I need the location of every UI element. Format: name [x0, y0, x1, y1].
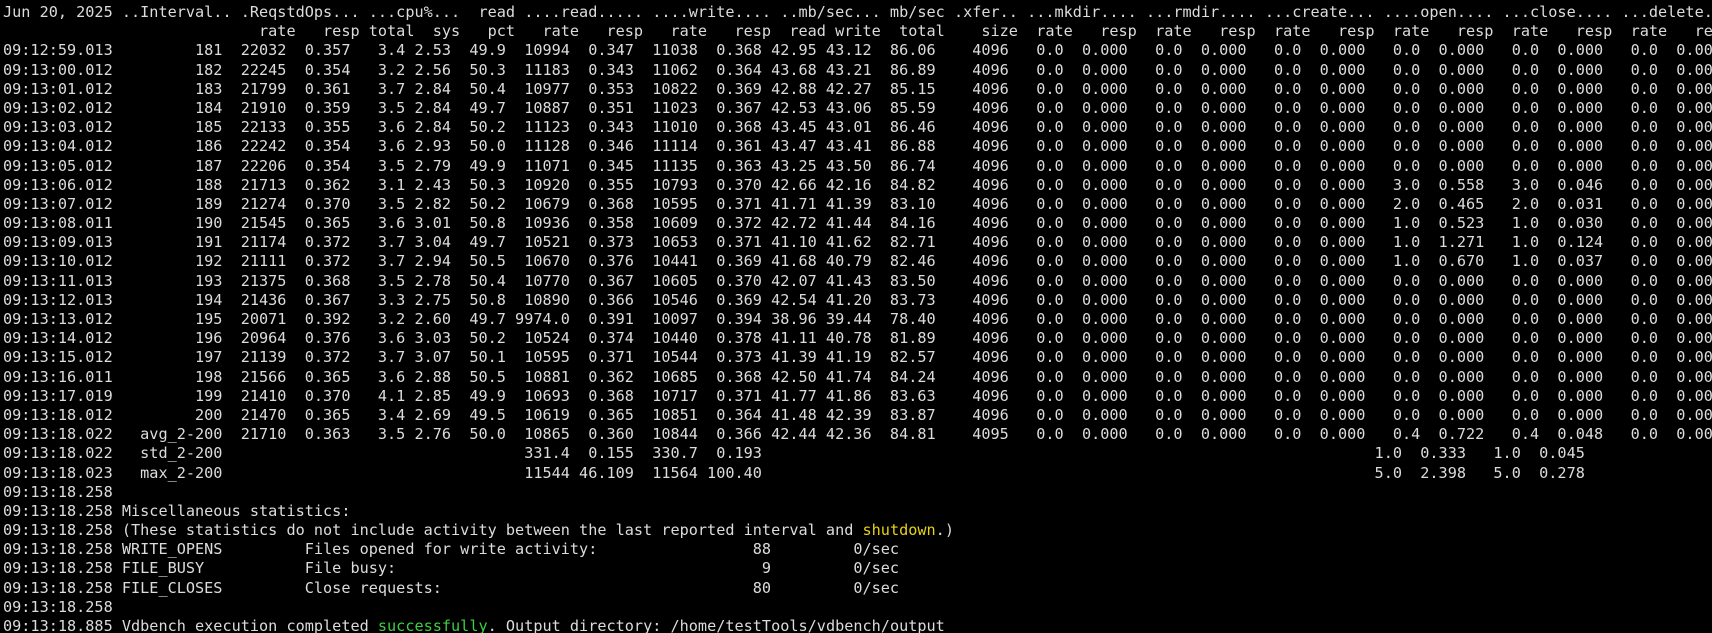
- misc-statistics-title: 09:13:18.258 Miscellaneous statistics:: [3, 501, 351, 520]
- table-row: 09:13:06.012 188 21713 0.362 3.1 2.43 50…: [3, 175, 1712, 194]
- timestamp-line: 09:13:18.258: [3, 597, 113, 616]
- header-row-1: Jun 20, 2025 ..Interval.. .ReqstdOps... …: [3, 3, 1712, 21]
- table-row: 09:13:01.012 183 21799 0.361 3.7 2.84 50…: [3, 79, 1712, 98]
- table-row: 09:13:18.012 200 21470 0.365 3.4 2.69 49…: [3, 405, 1712, 424]
- timestamp-line: 09:13:18.258: [3, 482, 113, 501]
- table-row: 09:13:10.012 192 21111 0.372 3.7 2.94 50…: [3, 252, 1712, 271]
- max-row: 09:13:18.023 max_2-200 11544 46.109 1156…: [3, 463, 1585, 482]
- table-row: 09:13:15.012 197 21139 0.372 3.7 3.07 50…: [3, 348, 1712, 367]
- table-row: 09:13:00.012 182 22245 0.354 3.2 2.56 50…: [3, 60, 1712, 79]
- completion-prefix: 09:13:18.885 Vdbench execution completed: [3, 617, 378, 633]
- header-row-2: rate resp total sys pct rate resp rate r…: [3, 22, 1712, 41]
- terminal-window[interactable]: Jun 20, 2025 ..Interval.. .ReqstdOps... …: [0, 0, 1712, 633]
- misc-row-file-closes: 09:13:18.258 FILE_CLOSES Close requests:…: [3, 578, 900, 597]
- table-row: 09:12:59.013 181 22032 0.357 3.4 2.53 49…: [3, 41, 1712, 60]
- table-row: 09:13:03.012 185 22133 0.355 3.6 2.84 50…: [3, 118, 1712, 137]
- misc-note-prefix: 09:13:18.258 (These statistics do not in…: [3, 521, 863, 540]
- table-row: 09:13:08.011 190 21545 0.365 3.6 3.01 50…: [3, 214, 1712, 233]
- table-row: 09:13:13.012 195 20071 0.392 3.2 2.60 49…: [3, 310, 1712, 328]
- table-row: 09:13:07.012 189 21274 0.370 3.5 2.82 50…: [3, 194, 1712, 213]
- table-row: 09:13:05.012 187 22206 0.354 3.5 2.79 49…: [3, 156, 1712, 175]
- std-row: 09:13:18.022 std_2-200 331.4 0.155 330.7…: [3, 444, 1585, 463]
- table-row: 09:13:02.012 184 21910 0.359 3.5 2.84 49…: [3, 98, 1712, 117]
- avg-row: 09:13:18.022 avg_2-200 21710 0.363 3.5 2…: [3, 425, 1712, 444]
- table-row: 09:13:14.012 196 20964 0.376 3.6 3.03 50…: [3, 329, 1712, 348]
- table-row: 09:13:12.013 194 21436 0.367 3.3 2.75 50…: [3, 290, 1712, 309]
- completion-suffix: . Output directory: /home/testTools/vdbe…: [487, 617, 945, 633]
- shutdown-highlight: shutdown: [862, 521, 936, 540]
- table-row: 09:13:17.019 199 21410 0.370 4.1 2.85 49…: [3, 386, 1712, 405]
- misc-statistics-note: 09:13:18.258 (These statistics do not in…: [3, 521, 1712, 540]
- table-row: 09:13:11.013 193 21375 0.368 3.5 2.78 50…: [3, 271, 1712, 290]
- table-row: 09:13:09.013 191 21174 0.372 3.7 3.04 49…: [3, 233, 1712, 252]
- misc-row-file-busy: 09:13:18.258 FILE_BUSY File busy: 9 0/se…: [3, 559, 900, 578]
- table-row: 09:13:04.012 186 22242 0.354 3.6 2.93 50…: [3, 137, 1712, 156]
- table-row: 09:13:16.011 198 21566 0.365 3.6 2.88 50…: [3, 367, 1712, 386]
- misc-row-write-opens: 09:13:18.258 WRITE_OPENS Files opened fo…: [3, 540, 900, 559]
- misc-note-suffix: .): [935, 521, 954, 540]
- success-highlight: successfully: [377, 617, 488, 633]
- completion-message: 09:13:18.885 Vdbench execution completed…: [3, 617, 1712, 633]
